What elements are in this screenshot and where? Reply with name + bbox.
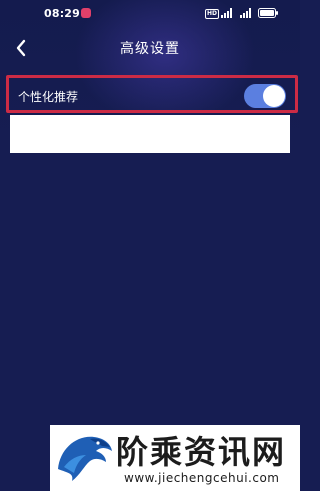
watermark: 阶乘资讯网 www.jiechengcehui.com — [50, 425, 300, 491]
watermark-title: 阶乘资讯网 — [116, 433, 287, 471]
battery-icon — [258, 8, 278, 18]
eagle-logo — [58, 436, 112, 481]
setting-row-personalized-recommendation[interactable]: 个性化推荐 — [6, 75, 298, 113]
page-title: 高级设置 — [120, 41, 180, 57]
white-panel — [10, 115, 290, 153]
hd-badge: HD — [205, 9, 220, 19]
header: 高级设置 — [0, 30, 300, 66]
status-time: 08:29 — [44, 7, 81, 20]
status-bar: 08:29 HD — [0, 0, 300, 28]
watermark-url: www.jiechengcehui.com — [124, 471, 280, 485]
signal-icon — [240, 8, 251, 18]
notification-icon — [81, 8, 91, 18]
signal-icon — [221, 8, 232, 18]
setting-label: 个性化推荐 — [18, 90, 79, 104]
personalized-recommendation-toggle[interactable] — [244, 84, 286, 108]
toggle-knob — [263, 85, 285, 107]
screen: 08:29 HD 高级设置 个性化推荐 阶乘资讯网 www.jiechengce… — [0, 0, 300, 491]
